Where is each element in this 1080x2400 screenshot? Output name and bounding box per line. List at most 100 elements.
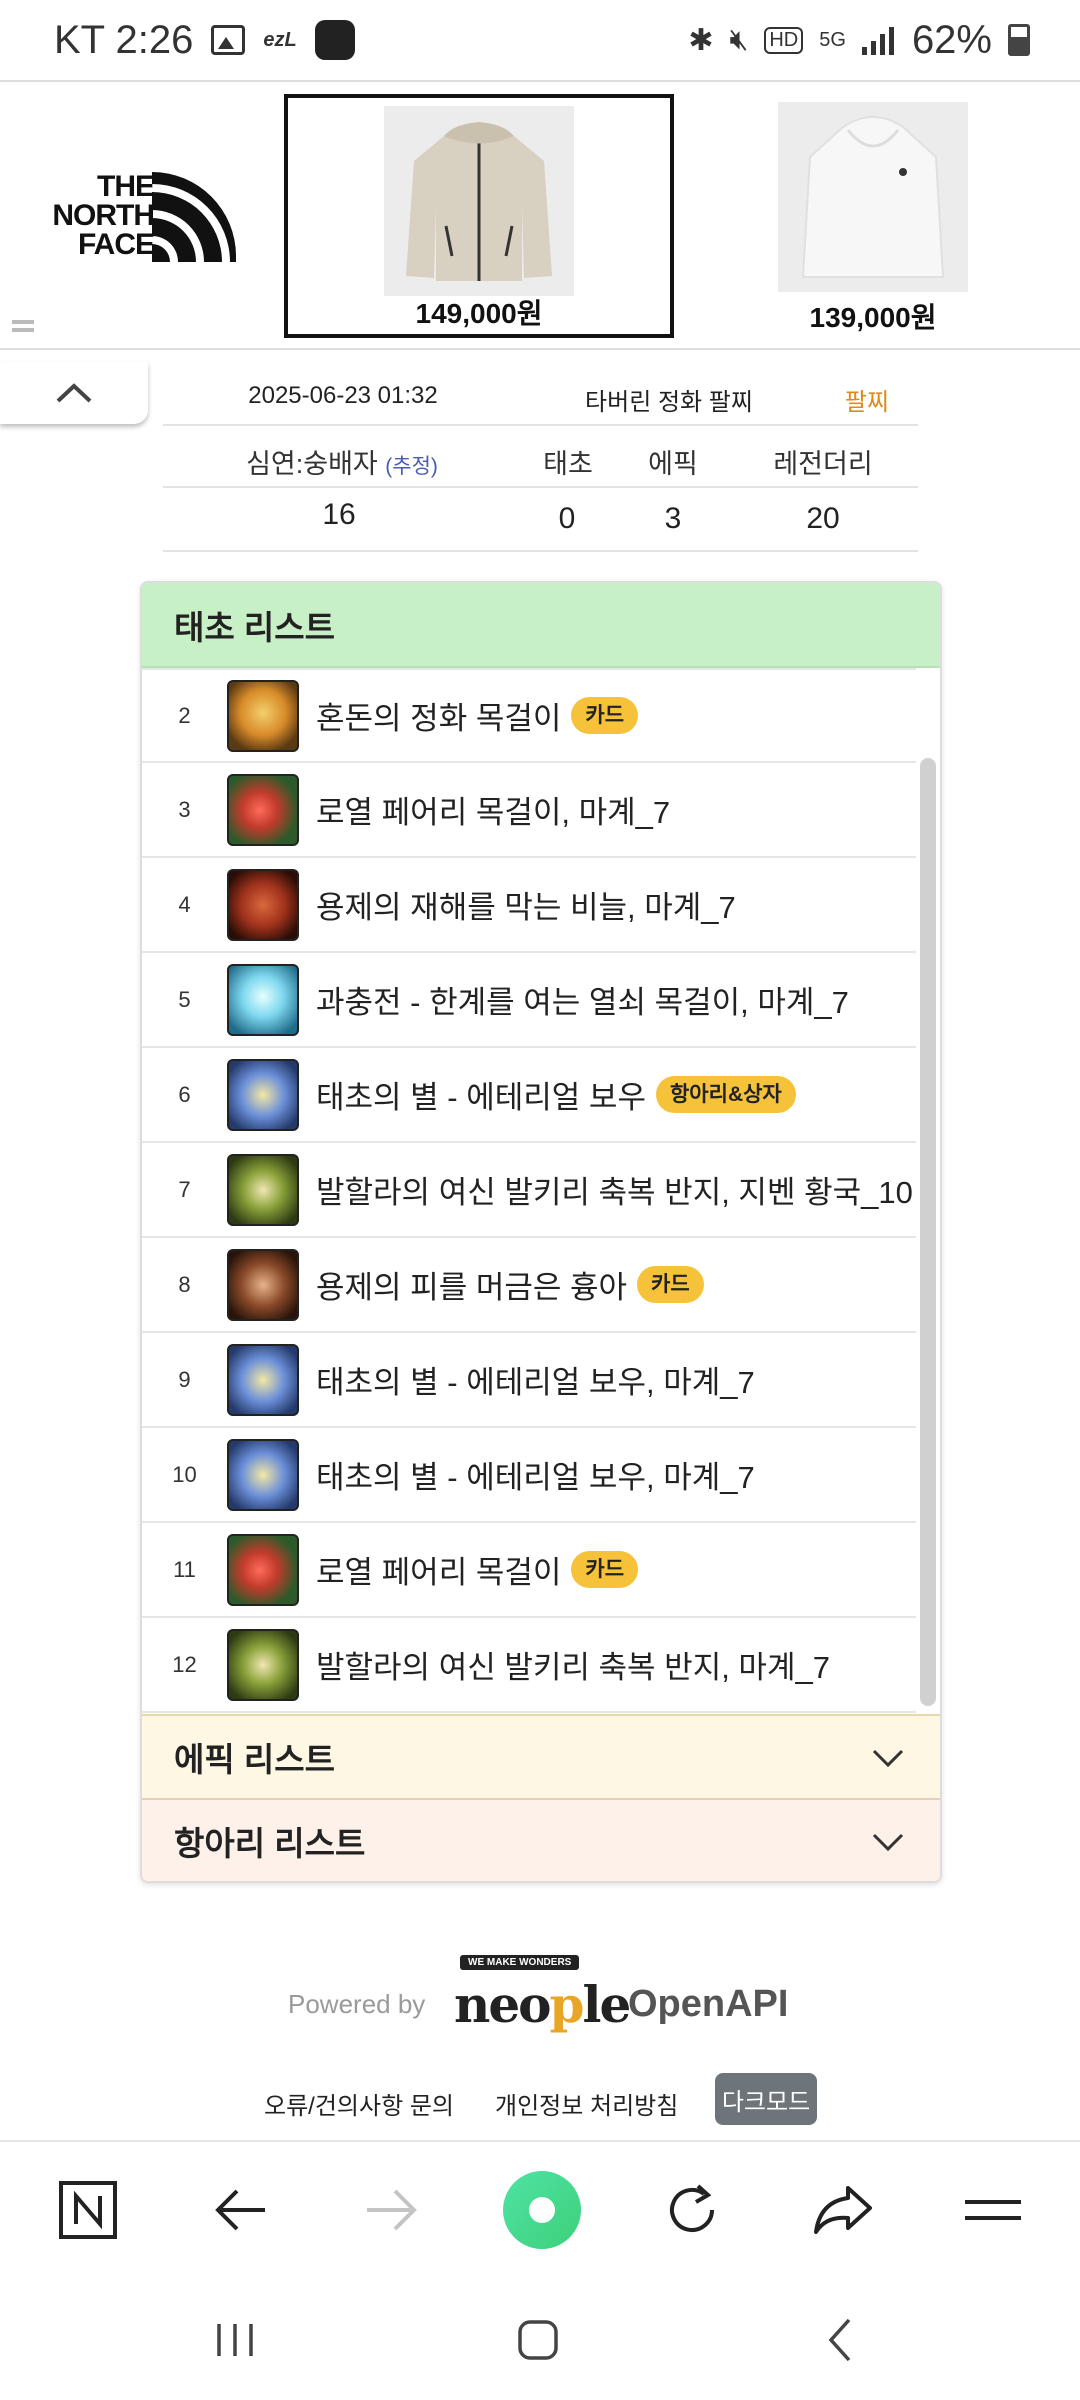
system-back-button[interactable] <box>806 2305 876 2375</box>
item-number: 3 <box>178 796 191 822</box>
scale-icon <box>227 868 299 941</box>
forward-button[interactable] <box>356 2175 426 2245</box>
list-item[interactable]: 9 태초의 별 - 에테리얼 보우, 마계_7 <box>142 1333 916 1428</box>
ad-banner[interactable]: THE NORTH FACE 149,000원 139,000원 <box>0 80 1080 350</box>
epic-value: 3 <box>664 502 682 535</box>
item-number: 2 <box>178 702 191 728</box>
item-name: 태초의 별 - 에테리얼 보우, 마계_7 <box>316 1460 755 1495</box>
naver-home-button[interactable] <box>53 2175 123 2245</box>
stats-title: 타버린 정화 팔찌 <box>585 389 753 416</box>
item-name: 발할라의 여신 발키리 축복 반지, 지벤 황국_10 <box>316 1175 913 1210</box>
bow-icon <box>227 1343 299 1416</box>
recent-apps-icon <box>217 2324 253 2356</box>
bow-icon <box>227 1438 299 1511</box>
list-item[interactable]: 4 용제의 재해를 막는 비늘, 마계_7 <box>142 858 916 953</box>
primal-header: 태초 <box>543 449 593 479</box>
carrier-time: KT 2:26 <box>54 17 194 62</box>
openapi-text: OpenAPI <box>628 1983 789 2025</box>
home-button[interactable] <box>503 2305 573 2375</box>
item-name: 혼돈의 정화 목걸이 <box>316 701 562 736</box>
legendary-header: 레전더리 <box>773 449 873 479</box>
list-item[interactable]: 2 혼돈의 정화 목걸이 카드 <box>142 668 916 763</box>
necklace-icon <box>227 679 299 752</box>
privacy-link[interactable]: 개인정보 처리방침 <box>495 2086 678 2121</box>
item-number: 6 <box>178 1081 191 1107</box>
item-name: 용제의 피를 머금은 흉아 <box>316 1270 628 1305</box>
list-item[interactable]: 10 태초의 별 - 에테리얼 보우, 마계_7 <box>142 1428 916 1523</box>
stats-info-row: 2025-06-23 01:32 타버린 정화 팔찌 팔찌 <box>163 368 918 426</box>
report-link[interactable]: 오류/건의사항 문의 <box>264 2086 454 2121</box>
naver-icon <box>59 2181 117 2239</box>
item-badge: 카드 <box>637 1266 704 1303</box>
green-dot-icon <box>503 2171 581 2249</box>
app-icon <box>314 20 355 60</box>
primal-list[interactable]: 2 혼돈의 정화 목걸이 카드 3 로열 페어리 목걸이, 마계_7 4 용제의… <box>142 668 940 1714</box>
north-face-arcs-icon <box>152 172 236 262</box>
powered-by-logo[interactable]: Powered by WE MAKE WONDERS neople OpenAP… <box>288 1955 798 2045</box>
key-necklace-icon <box>227 963 299 1036</box>
menu-icon <box>965 2200 1021 2220</box>
fang-icon <box>227 1248 299 1321</box>
ad-menu-icon[interactable] <box>12 320 34 332</box>
item-name: 태초의 별 - 에테리얼 보우, 마계_7 <box>316 1365 755 1400</box>
product-price-1: 149,000원 <box>415 298 543 329</box>
back-button[interactable] <box>206 2175 276 2245</box>
list-item[interactable]: 8 용제의 피를 머금은 흉아 카드 <box>142 1238 916 1333</box>
north-face-logo[interactable]: THE NORTH FACE <box>34 170 236 262</box>
product-image-hoodie <box>778 102 968 292</box>
system-nav-bar <box>0 2275 1080 2400</box>
stats-header-row: 심연:숭배자 (추정) 태초 에픽 레전더리 <box>163 426 918 488</box>
collapse-ad-button[interactable] <box>0 362 148 424</box>
system-back-icon <box>828 2318 851 2362</box>
menu-button[interactable] <box>958 2175 1028 2245</box>
back-arrow-icon <box>215 2189 265 2231</box>
item-number: 4 <box>178 891 191 917</box>
ratio-header: 심연:숭배자 (추정) <box>246 449 438 479</box>
epic-list-header[interactable]: 에픽 리스트 <box>142 1714 940 1798</box>
chevron-down-icon <box>872 1749 904 1768</box>
stats-value-row: 16 0 3 20 <box>163 488 918 552</box>
list-item[interactable]: 3 로열 페어리 목걸이, 마계_7 <box>142 763 916 858</box>
battery-percent: 62% <box>911 17 992 62</box>
recent-apps-button[interactable] <box>200 2305 270 2375</box>
product-card-1[interactable]: 149,000원 <box>284 94 674 338</box>
list-item[interactable]: 11 로열 페어리 목걸이 카드 <box>142 1523 916 1618</box>
browser-toolbar <box>0 2140 1080 2275</box>
item-badge: 항아리&상자 <box>655 1076 796 1113</box>
item-list-card: 태초 리스트 2 혼돈의 정화 목걸이 카드 3 로열 페어리 목걸이, 마계_… <box>140 581 942 1883</box>
green-dot-button[interactable] <box>501 2169 583 2251</box>
product-card-2[interactable]: 139,000원 <box>678 94 1068 338</box>
reload-button[interactable] <box>657 2175 727 2245</box>
list-item[interactable]: 6 태초의 별 - 에테리얼 보우 항아리&상자 <box>142 1048 916 1143</box>
accessory-list-header[interactable]: 항아리 리스트 <box>142 1798 940 1881</box>
list-item[interactable]: 5 과충전 - 한계를 여는 열쇠 목걸이, 마계_7 <box>142 953 916 1048</box>
signal-icon <box>861 25 896 55</box>
item-number: 7 <box>178 1176 191 1202</box>
chevron-up-icon <box>56 383 92 403</box>
item-badge: 카드 <box>571 1551 639 1588</box>
primal-list-header[interactable]: 태초 리스트 <box>142 583 940 668</box>
forward-arrow-icon <box>367 2189 417 2231</box>
item-number: 5 <box>178 986 191 1012</box>
item-name: 로열 페어리 목걸이 <box>316 1555 562 1590</box>
product-image-jacket <box>384 106 574 296</box>
list-scrollbar[interactable] <box>920 758 936 1706</box>
stats-table: 2025-06-23 01:32 타버린 정화 팔찌 팔찌 심연:숭배자 (추정… <box>163 368 918 552</box>
share-icon <box>814 2186 872 2234</box>
accessory-list-title: 항아리 리스트 <box>174 1825 366 1862</box>
share-button[interactable] <box>808 2175 878 2245</box>
bow-icon <box>227 1058 299 1131</box>
item-name: 용제의 재해를 막는 비늘, 마계_7 <box>316 890 736 925</box>
list-item[interactable]: 7 발할라의 여신 발키리 축복 반지, 지벤 황국_10 <box>142 1143 916 1238</box>
hd-icon: HD <box>764 26 804 54</box>
ratio-value: 16 <box>322 498 356 531</box>
dark-mode-button[interactable]: 다크모드 <box>715 2073 817 2125</box>
ring-icon <box>227 1153 299 1226</box>
item-number: 11 <box>173 1556 196 1582</box>
bluetooth-icon: ✱ <box>688 23 714 57</box>
necklace-icon <box>227 1533 299 1606</box>
north-face-wordmark: THE NORTH FACE <box>52 170 155 261</box>
neople-logo: neople <box>454 1975 631 2034</box>
list-item[interactable]: 12 발할라의 여신 발키리 축복 반지, 마계_7 <box>142 1618 916 1713</box>
brand-tagline: WE MAKE WONDERS <box>460 1955 580 1970</box>
